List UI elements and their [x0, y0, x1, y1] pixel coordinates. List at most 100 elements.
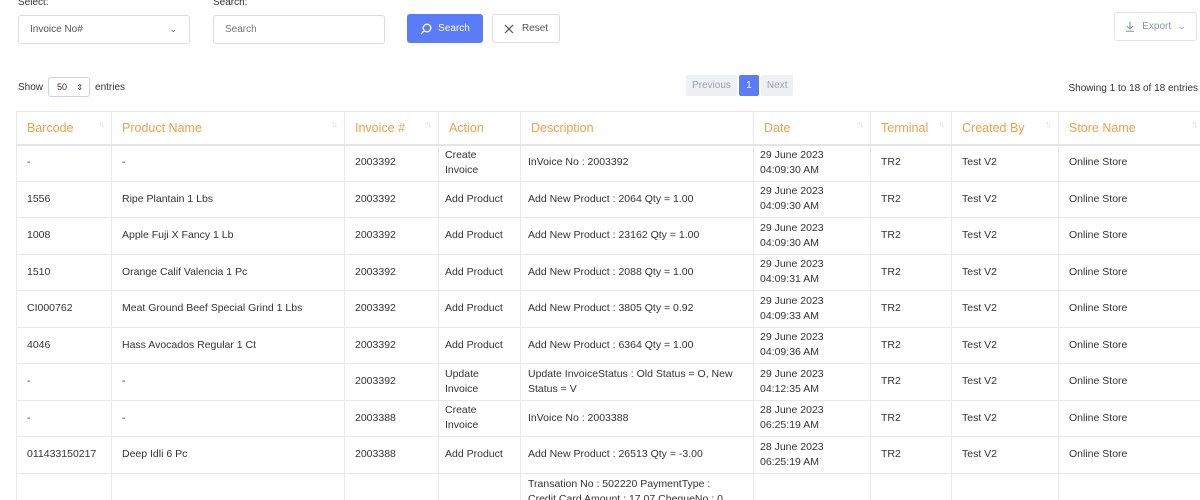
date-cell-line: 04:09:30 AM	[760, 200, 819, 213]
action-cell-line: Add Product	[445, 265, 503, 278]
store-name-cell: Online Store	[1058, 326, 1200, 364]
column-header-date[interactable]: Date ↑↓	[753, 111, 871, 146]
column-header-created-by[interactable]: Created By ↑↓	[951, 111, 1059, 146]
table-row[interactable]: 011433150217 Deep Idli 6 Pc 2003388 Add Pro…	[16, 436, 1200, 474]
table-row[interactable]: 1556 Ripe Plantain 1 Lbs 2003392 Add Produc…	[16, 180, 1200, 218]
date-cell: 29 June 2023 04:09:31 AM	[753, 253, 871, 291]
table-header-row: Barcode ↑↓ Product Name ↑↓ Invoice # ↑↓ Act…	[16, 111, 1200, 146]
product-name-cell: Hass Avocados Regular 1 Ct	[111, 326, 345, 364]
date-cell-line: 04:09:31 AM	[760, 273, 819, 286]
table-row[interactable]: 4046 Hass Avocados Regular 1 Ct 2003392 Add…	[16, 326, 1200, 364]
page-1-button[interactable]: 1	[738, 75, 759, 96]
terminal-cell: TR2	[870, 363, 952, 401]
column-header-description[interactable]: Description	[520, 111, 754, 146]
sort-icon: ↑↓	[98, 119, 105, 129]
previous-page-button[interactable]: Previous	[686, 75, 737, 96]
column-header-barcode[interactable]: Barcode ↑↓	[16, 111, 112, 146]
table-row[interactable]: - -2003388 Create Invoice InVoice No : 20033…	[16, 399, 1200, 437]
store-name-cell: Online Store	[1058, 363, 1200, 401]
chevron-down-icon: ⌄	[1178, 21, 1186, 31]
table-row[interactable]: 1008 Apple Fuji X Fancy 1 Lb 2003392 Add Pr…	[16, 217, 1200, 255]
sort-updown-icon: ⇕	[76, 82, 84, 92]
filter-field-value: Invoice No#	[30, 24, 83, 35]
column-header-action[interactable]: Action	[438, 111, 521, 146]
store-name-cell: Online Store	[1058, 399, 1200, 437]
reset-button-label: Reset	[521, 23, 549, 34]
description-cell: Add New Product : 2088 Qty = 1.00	[520, 253, 754, 291]
filter-field-select[interactable]: Invoice No# ⌄	[18, 15, 190, 44]
reset-button[interactable]: Reset	[492, 14, 560, 43]
product-name-cell: Deep Idli 6 Pc	[111, 436, 345, 474]
invoice-cell: 2003392	[344, 180, 439, 218]
export-button[interactable]: Export ⌄	[1114, 12, 1197, 41]
search-icon	[420, 23, 432, 34]
created-by-cell: Test V2	[951, 399, 1059, 437]
sort-icon: ↑↓	[938, 119, 945, 129]
description-cell: Add New Product : 26513 Qty = -3.00	[520, 436, 754, 474]
action-cell-line: Add Product	[445, 338, 503, 351]
action-cell: Add Product	[438, 253, 521, 291]
created-by-cell: Test V2	[951, 144, 1059, 182]
action-cell: Add Product	[438, 326, 521, 364]
date-cell-line: 04:09:30 AM	[760, 236, 819, 249]
search-button-label: Search	[438, 23, 470, 34]
barcode-cell	[16, 472, 112, 500]
invoice-cell: 2003392	[344, 144, 439, 182]
store-name-cell: Online Store	[1058, 217, 1200, 255]
table-row[interactable]: - -2003392 Update Invoice Update InvoiceStat…	[16, 363, 1200, 401]
created-by-cell: Test V2	[951, 253, 1059, 291]
store-name-cell: Online Store	[1058, 290, 1200, 328]
table-row[interactable]: - -2003392 Create Invoice InVoice No : 20033…	[16, 144, 1200, 182]
action-cell: Add Product	[438, 436, 521, 474]
search-input[interactable]	[213, 15, 385, 44]
column-header-invoice[interactable]: Invoice # ↑↓	[344, 111, 439, 146]
created-by-cell: Test V2	[951, 436, 1059, 474]
search-button[interactable]: Search	[407, 14, 483, 43]
description-cell: Update InvoiceStatus : Old Status = O, N…	[520, 363, 754, 401]
invoice-cell: 2003392	[344, 326, 439, 364]
pagination: Previous 1 Next	[686, 75, 794, 96]
next-page-button[interactable]: Next	[760, 75, 794, 96]
description-cell-line: Status = V	[528, 382, 577, 395]
action-cell: Add Product	[438, 180, 521, 218]
column-header-store-name[interactable]: Store Name ↑↓	[1058, 111, 1200, 146]
showing-info: Showing 1 to 18 of 18 entries	[1068, 83, 1198, 94]
action-cell	[438, 472, 521, 500]
date-cell: 28 June 2023 06:25:19 AM	[753, 399, 871, 437]
created-by-cell	[951, 472, 1059, 500]
date-cell: 29 June 2023 04:09:36 AM	[753, 326, 871, 364]
description-cell: InVoice No : 2003388	[520, 399, 754, 437]
barcode-cell: -	[16, 399, 112, 437]
action-cell: Add Product	[438, 290, 521, 328]
action-cell: Create Invoice	[438, 144, 521, 182]
product-name-cell: Orange Calif Valencia 1 Pc	[111, 253, 345, 291]
product-name-cell: -	[111, 363, 345, 401]
action-cell-line: Invoice	[445, 382, 479, 395]
column-header-terminal[interactable]: Terminal ↑↓	[870, 111, 952, 146]
entries-label: entries	[95, 81, 126, 93]
table-row[interactable]: CI000762 Meat Ground Beef Special Grind 1…	[16, 290, 1200, 328]
invoice-cell	[344, 472, 439, 500]
table-row[interactable]: 1510 Orange Calif Valencia 1 Pc 2003392 Add…	[16, 253, 1200, 291]
date-cell: 29 June 2023 04:09:30 AM	[753, 144, 871, 182]
date-cell: 28 June 2023 06:25:19 AM	[753, 436, 871, 474]
description-cell-line: Add New Product : 6364 Qty = 1.00	[528, 338, 694, 351]
date-cell-line: 04:09:30 AM	[760, 164, 819, 176]
date-cell-line: 04:09:33 AM	[760, 309, 819, 322]
invoice-cell: 2003392	[344, 363, 439, 401]
invoice-cell: 2003392	[344, 253, 439, 291]
select-label: Select:	[18, 0, 49, 8]
terminal-cell: TR2	[870, 144, 952, 182]
date-cell: 29 June 2023 04:09:33 AM	[753, 290, 871, 328]
table-row[interactable]: Transation No : 502220 PaymentType : Cred…	[16, 472, 1200, 500]
description-cell-line: Add New Product : 26513 Qty = -3.00	[528, 448, 703, 461]
entries-select[interactable]: 50 ⇕	[48, 77, 91, 97]
date-cell-line: 29 June 2023	[760, 294, 824, 307]
description-cell: InVoice No : 2003392	[520, 144, 754, 182]
action-cell-line: Add Product	[445, 229, 503, 242]
barcode-cell: 4046	[16, 326, 112, 364]
entries-value: 50	[57, 82, 68, 92]
created-by-cell: Test V2	[951, 290, 1059, 328]
barcode-cell: 1008	[16, 217, 112, 255]
column-header-product-name[interactable]: Product Name ↑↓	[111, 111, 345, 146]
